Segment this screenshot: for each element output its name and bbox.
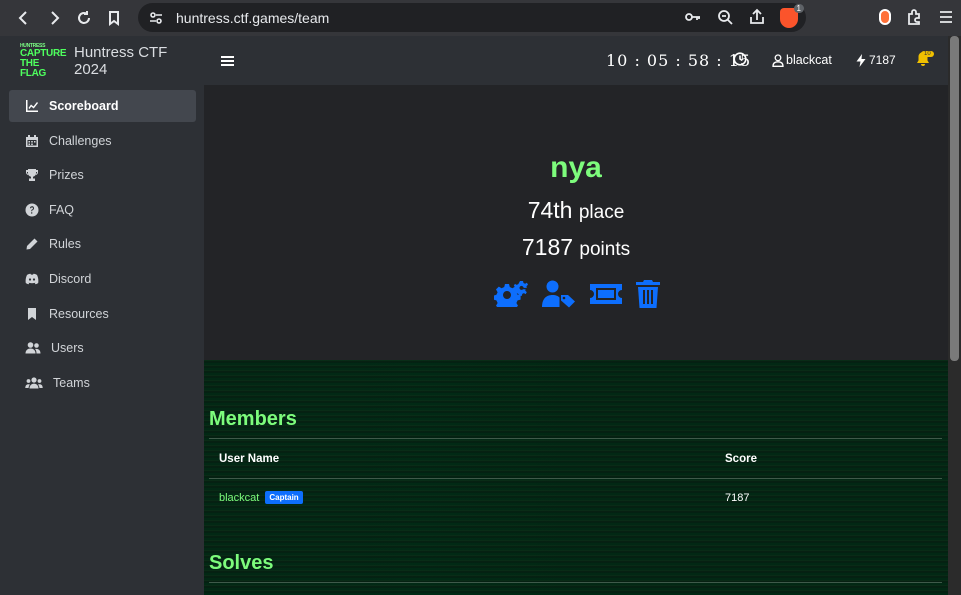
extension-icon[interactable] (879, 9, 891, 25)
username: blackcat (786, 53, 832, 67)
puzzle-icon[interactable] (905, 8, 923, 26)
users-icon (25, 342, 41, 354)
place-label: place (578, 202, 625, 223)
team-details: Members User Name Score blackcat Captain … (204, 360, 948, 595)
browser-toolbar: huntress.ctf.games/team 1 (0, 0, 961, 36)
table-header-divider (209, 478, 942, 479)
sidebar-item-discord[interactable]: Discord (9, 263, 196, 295)
sidebar-item-label: Resources (49, 306, 109, 321)
top-navbar: 10 : 05 : 58 : 15 blackcat 7187 10 (204, 36, 948, 85)
sidebar: HUNTRESS CAPTURE THE FLAG Huntress CTF 2… (0, 36, 204, 595)
column-header-score: Score (725, 453, 757, 465)
solves-title: Solves (209, 552, 274, 574)
points-value: 7187 (869, 53, 896, 67)
bookmark-outline-icon (109, 11, 119, 26)
chevron-left-icon (18, 11, 27, 25)
team-points: 7187 points (204, 234, 948, 261)
ticket-icon[interactable] (590, 282, 622, 306)
cogs-icon[interactable] (494, 281, 528, 307)
points-display: 7187 (855, 53, 896, 67)
user-tag-icon[interactable] (542, 280, 576, 308)
url-text[interactable]: huntress.ctf.games/team (176, 10, 329, 26)
sidebar-item-label: Rules (49, 237, 81, 252)
address-bar[interactable]: huntress.ctf.games/team 1 (138, 3, 806, 32)
back-button[interactable] (11, 5, 37, 31)
members-title: Members (209, 408, 297, 430)
sidebar-toggle-icon[interactable] (221, 55, 234, 66)
brave-shields-count: 1 (793, 4, 804, 13)
sidebar-item-label: Scoreboard (49, 99, 119, 113)
menu-icon[interactable] (937, 8, 955, 26)
bookmark-icon (28, 307, 36, 320)
brand-title: Huntress CTF 2024 (74, 44, 168, 78)
team-actions (494, 280, 660, 308)
sidebar-item-faq[interactable]: FAQ (9, 194, 196, 226)
zoom-icon[interactable] (716, 8, 734, 26)
question-circle-icon (25, 203, 39, 217)
sidebar-item-label: Discord (49, 271, 92, 286)
reload-icon (78, 11, 90, 24)
forward-button[interactable] (41, 5, 67, 31)
points-label: points (579, 239, 631, 260)
sidebar-item-users[interactable]: Users (9, 332, 196, 364)
brand[interactable]: HUNTRESS CAPTURE THE FLAG Huntress CTF 2… (0, 36, 204, 86)
brave-shields-icon[interactable]: 1 (780, 4, 804, 28)
site-settings-icon[interactable] (148, 10, 164, 26)
user-menu[interactable]: blackcat (772, 53, 832, 67)
members-divider (209, 438, 942, 439)
sidebar-item-resources[interactable]: Resources (9, 298, 196, 330)
sidebar-item-challenges[interactable]: Challenges (9, 125, 196, 157)
sidebar-item-label: FAQ (49, 202, 75, 217)
chart-line-icon (26, 100, 38, 112)
points-number: 7187 (521, 234, 574, 260)
team-header: nya 74th place 7187 points (204, 85, 948, 360)
notification-count: 10 (921, 51, 934, 57)
member-score: 7187 (725, 492, 750, 504)
calendar-icon (26, 134, 38, 147)
reload-button[interactable] (71, 5, 97, 31)
pen-icon (26, 238, 38, 250)
sidebar-item-label: Teams (53, 375, 90, 390)
sidebar-item-label: Challenges (49, 133, 112, 148)
huntress-logo: HUNTRESS CAPTURE THE FLAG (20, 43, 67, 79)
users-group-icon (25, 377, 43, 389)
member-name-link[interactable]: blackcat (219, 492, 259, 504)
discord-icon (25, 273, 39, 285)
sidebar-item-label: Prizes (49, 168, 84, 183)
captain-badge: Captain (265, 491, 303, 504)
column-header-username: User Name (219, 453, 280, 465)
share-icon[interactable] (748, 8, 766, 26)
team-place: 74th place (204, 197, 948, 224)
bookmark-button[interactable] (101, 5, 127, 31)
sidebar-menu: Scoreboard Challenges Prizes FAQ Rules D… (0, 90, 204, 399)
sidebar-item-prizes[interactable]: Prizes (9, 159, 196, 191)
bolt-icon (856, 53, 866, 67)
trophy-icon (25, 169, 39, 182)
solves-divider (209, 582, 942, 583)
sidebar-item-teams[interactable]: Teams (9, 367, 196, 399)
trash-icon[interactable] (636, 280, 660, 308)
sidebar-item-label: Users (51, 341, 84, 356)
key-icon[interactable] (684, 8, 702, 26)
sidebar-item-rules[interactable]: Rules (9, 228, 196, 260)
user-icon (772, 53, 784, 67)
sidebar-item-scoreboard[interactable]: Scoreboard (9, 90, 196, 122)
table-row: blackcat Captain (219, 491, 303, 504)
countdown-timer: 10 : 05 : 58 : 15 (606, 51, 752, 70)
place-number: 74th (527, 197, 573, 223)
chevron-right-icon (51, 11, 60, 25)
clock-icon (733, 52, 747, 66)
scrollbar-thumb[interactable] (950, 36, 959, 361)
team-name: nya (550, 151, 602, 184)
